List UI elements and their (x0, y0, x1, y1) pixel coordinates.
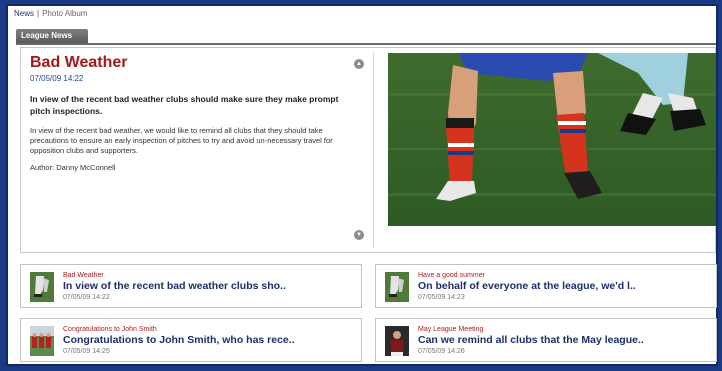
card-title: Bad Weather (63, 272, 104, 279)
news-card[interactable]: May League Meeting Can we remind all clu… (375, 318, 717, 362)
tab-league-news[interactable]: League News (16, 29, 88, 43)
nav-photo-album-link[interactable]: Photo Album (42, 9, 87, 18)
team-thumb-icon (30, 326, 54, 356)
story-title[interactable]: Bad Weather (30, 54, 360, 72)
scroll-down-icon[interactable]: ▼ (354, 230, 364, 240)
featured-story-panel: Bad Weather 07/05/09 14:22 In view of th… (20, 47, 716, 253)
tab-underline (16, 43, 716, 45)
card-headline[interactable]: On behalf of everyone at the league, we'… (418, 280, 636, 292)
nav-separator: | (37, 9, 40, 18)
card-date: 07/05/09 14:25 (63, 348, 110, 355)
card-title: Congratulations to John Smith (63, 326, 157, 333)
story-photo (388, 53, 716, 226)
card-title: Have a good summer (418, 272, 485, 279)
story-text: Bad Weather 07/05/09 14:22 In view of th… (30, 54, 360, 172)
card-title: May League Meeting (418, 326, 484, 333)
card-headline[interactable]: In view of the recent bad weather clubs … (63, 280, 286, 292)
card-date: 07/05/09 14:26 (418, 348, 465, 355)
story-author: Author: Danny McConnell (30, 163, 116, 172)
news-card[interactable]: Have a good summer On behalf of everyone… (375, 264, 717, 308)
nav-news-link[interactable]: News (14, 9, 34, 18)
card-date: 07/05/09 14:22 (63, 294, 110, 301)
card-date: 07/05/09 14:23 (418, 294, 465, 301)
card-headline[interactable]: Can we remind all clubs that the May lea… (418, 334, 644, 346)
card-headline[interactable]: Congratulations to John Smith, who has r… (63, 334, 295, 346)
football-thumb-icon (30, 272, 54, 302)
story-body: In view of the recent bad weather, we wo… (30, 126, 333, 155)
divider (373, 52, 374, 248)
football-players-photo (388, 53, 716, 226)
top-nav: News | Photo Album (14, 9, 87, 18)
story-date: 07/05/09 14:22 (30, 74, 84, 83)
news-card[interactable]: Congratulations to John Smith Congratula… (20, 318, 362, 362)
scroll-up-icon[interactable]: ▲ (354, 59, 364, 69)
player-thumb-icon (385, 326, 409, 356)
story-lead: In view of the recent bad weather clubs … (30, 94, 339, 116)
football-thumb-icon (385, 272, 409, 302)
news-card[interactable]: Bad Weather In view of the recent bad we… (20, 264, 362, 308)
